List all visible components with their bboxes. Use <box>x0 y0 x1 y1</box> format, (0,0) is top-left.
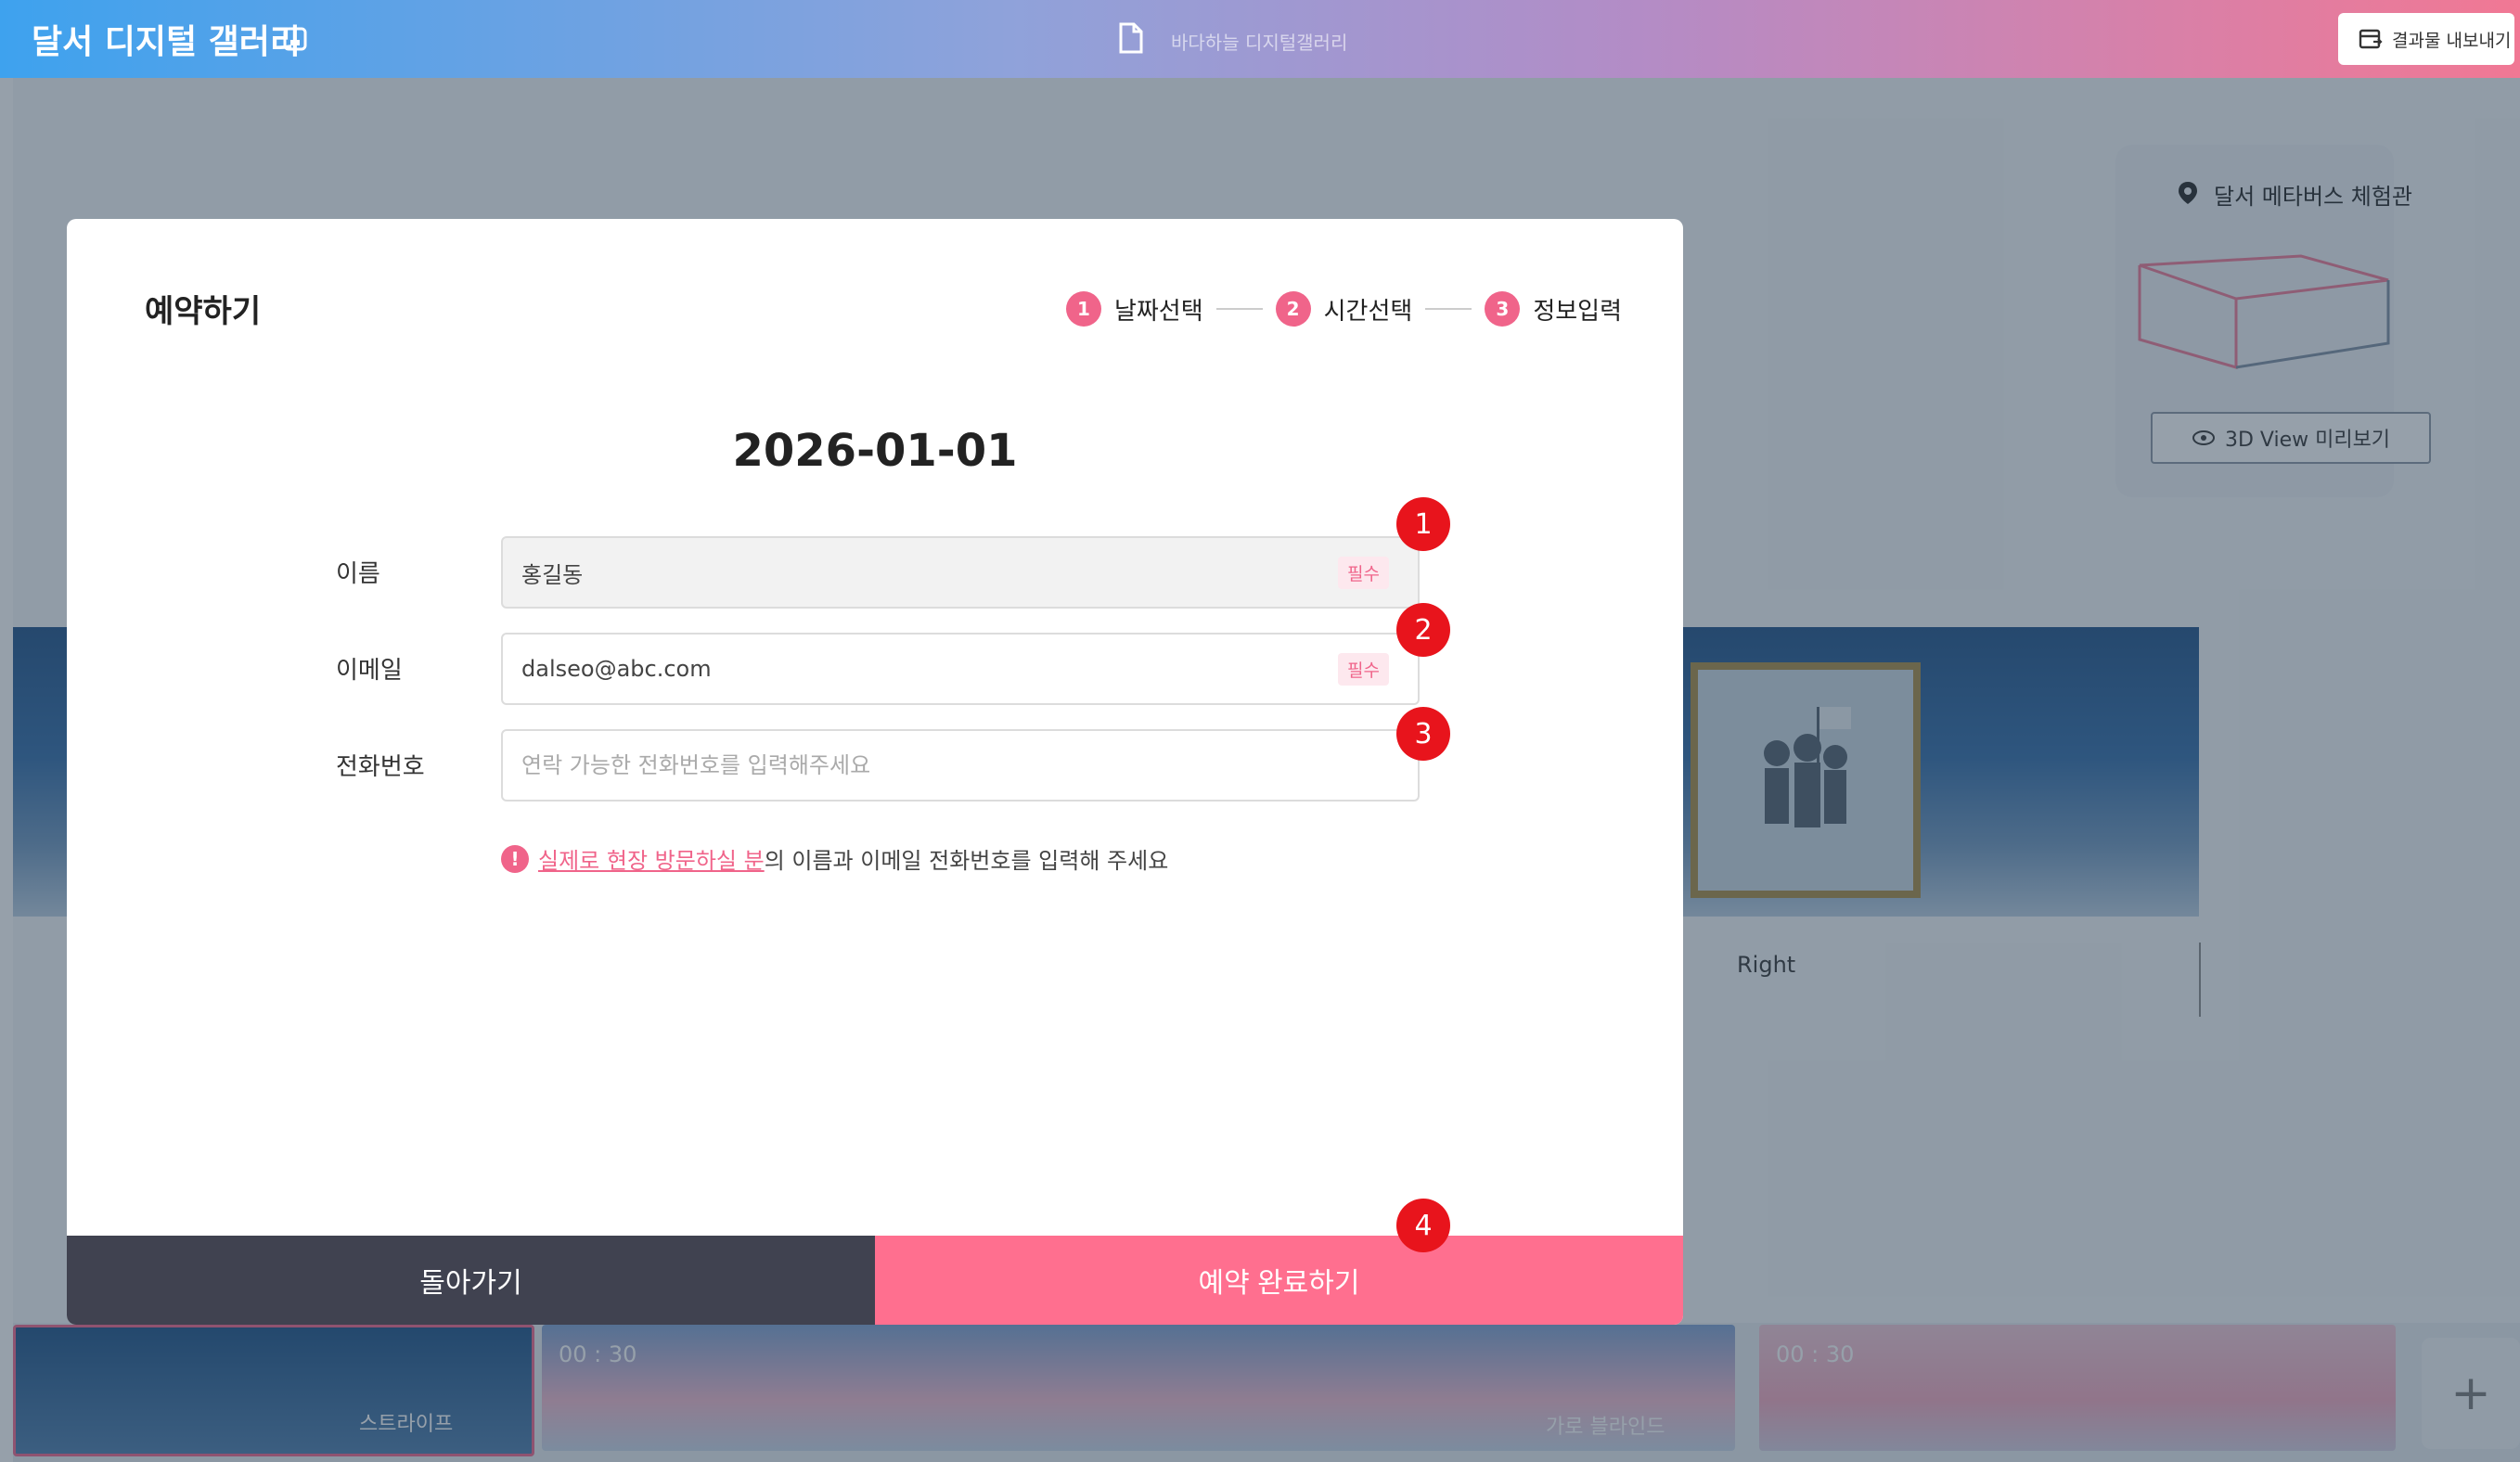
notice-text: 의 이름과 이메일 전화번호를 입력해 주세요 <box>764 848 1169 874</box>
export-icon <box>2359 29 2383 49</box>
step-connector <box>1215 308 1263 310</box>
annotation-marker-1: 1 <box>1396 497 1450 551</box>
annotation-marker-2: 2 <box>1396 603 1450 657</box>
phone-label: 전화번호 <box>336 753 425 781</box>
annotation-marker-4: 4 <box>1396 1199 1450 1252</box>
step-3-label: 정보입력 <box>1533 297 1622 326</box>
confirm-reservation-button[interactable]: 예약 완료하기 <box>875 1236 1683 1325</box>
step-3-number: 3 <box>1485 291 1521 327</box>
reservation-modal: 예약하기 1 날짜선택 2 시간선택 3 정보입력 2026-01-01 이름 … <box>67 219 1683 1325</box>
name-field[interactable] <box>501 536 1420 609</box>
app-title: 달서 디지털 갤러리 <box>32 23 302 61</box>
export-button[interactable]: 결과물 내보내기 <box>2338 13 2514 65</box>
document-title[interactable]: 바다하늘 디지털갤러리 <box>1171 28 1347 55</box>
alert-icon: ! <box>501 844 529 873</box>
document-icon <box>1119 22 1143 54</box>
modal-title: 예약하기 <box>145 293 262 330</box>
step-1-label: 날짜선택 <box>1113 297 1203 326</box>
annotation-marker-3: 3 <box>1396 707 1450 761</box>
back-button[interactable]: 돌아가기 <box>67 1236 875 1325</box>
step-2-number: 2 <box>1275 291 1311 327</box>
notice-emphasis: 실제로 현장 방문하실 분 <box>538 848 765 874</box>
email-label: 이메일 <box>336 657 403 685</box>
step-indicator: 1 날짜선택 2 시간선택 3 정보입력 <box>1065 291 1622 327</box>
export-label: 결과물 내보내기 <box>2392 30 2512 51</box>
phone-field[interactable] <box>501 729 1420 802</box>
selected-date: 2026-01-01 <box>732 425 1018 477</box>
name-label: 이름 <box>336 560 380 588</box>
step-connector <box>1425 308 1472 310</box>
step-2-label: 시간선택 <box>1323 297 1413 326</box>
name-required-badge: 필수 <box>1338 557 1389 589</box>
save-icon[interactable] <box>280 24 310 54</box>
step-1-number: 1 <box>1065 291 1101 327</box>
email-required-badge: 필수 <box>1338 653 1389 686</box>
input-notice: ! 실제로 현장 방문하실 분의 이름과 이메일 전화번호를 입력해 주세요 <box>501 842 1168 875</box>
email-field[interactable] <box>501 633 1420 705</box>
